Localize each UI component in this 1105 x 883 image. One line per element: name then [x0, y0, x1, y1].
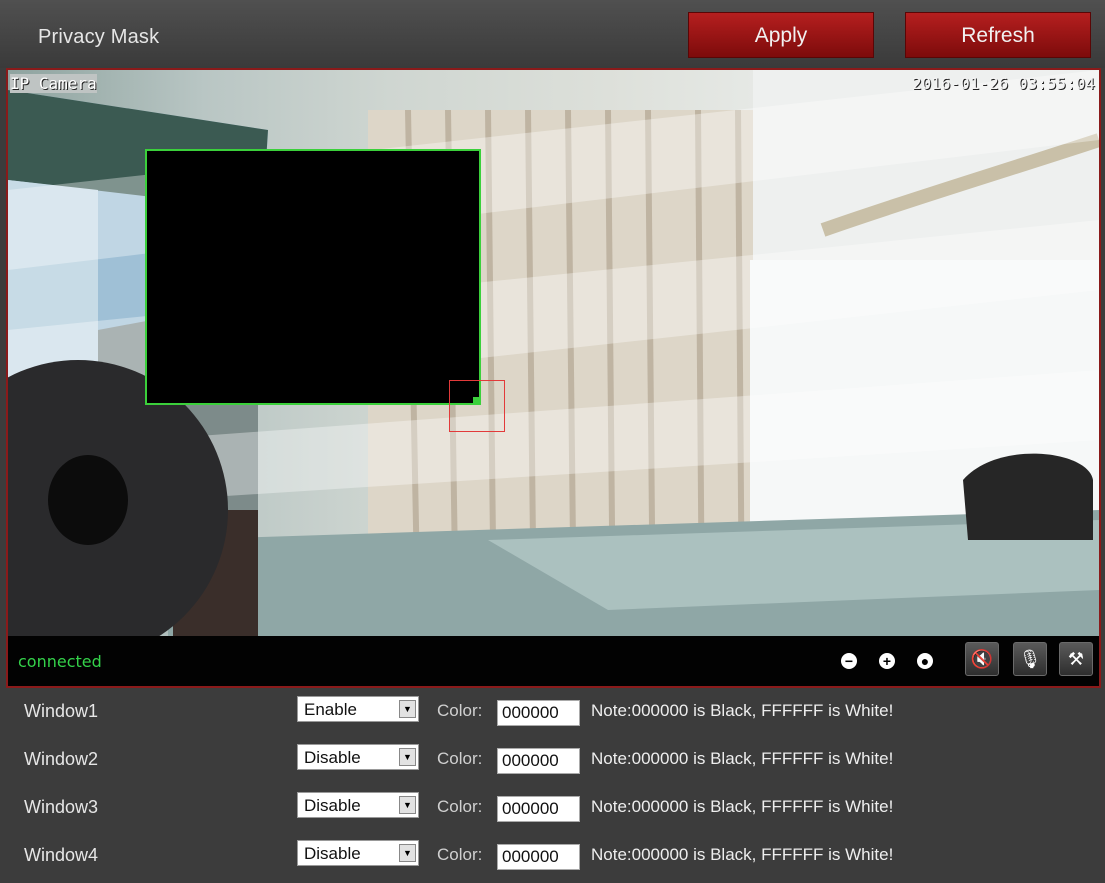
window-label: Window1 — [24, 701, 99, 721]
window-label: Window3 — [24, 797, 99, 817]
window-row-1: Window1 Enable ▼ Color: 000000 Note:0000… — [0, 689, 1105, 733]
apply-button[interactable]: Apply — [688, 12, 874, 58]
zoom-in-icon[interactable]: + — [879, 653, 895, 669]
mic-off-icon[interactable]: 🎙 — [1013, 642, 1047, 676]
color-label: Color: — [437, 701, 483, 720]
camera-feed: IP Camera 2016-01-26 03:55:04 — [8, 70, 1099, 636]
color-input[interactable]: 000000 — [497, 844, 580, 870]
refresh-button[interactable]: Refresh — [905, 12, 1091, 58]
window-row-3: Window3 Disable ▼ Color: 000000 Note:000… — [0, 785, 1105, 829]
record-icon[interactable]: ● — [917, 653, 933, 669]
window-state-select[interactable]: Disable ▼ — [297, 792, 419, 818]
window-label: Window2 — [24, 749, 99, 769]
zoom-out-icon[interactable]: − — [841, 653, 857, 669]
color-input[interactable]: 000000 — [497, 700, 580, 726]
mute-icon[interactable]: 🔇 — [965, 642, 999, 676]
color-note: Note:000000 is Black, FFFFFF is White! — [591, 845, 894, 864]
window-label: Window4 — [24, 845, 99, 865]
select-value: Disable — [304, 796, 361, 815]
select-value: Disable — [304, 844, 361, 863]
select-value: Disable — [304, 748, 361, 767]
color-label: Color: — [437, 845, 483, 864]
header-bar: Privacy Mask Apply Refresh — [0, 0, 1105, 68]
camera-name-overlay: IP Camera — [10, 74, 97, 93]
privacy-mask-window1[interactable] — [145, 149, 481, 405]
connection-status: connected — [18, 652, 102, 671]
color-label: Color: — [437, 797, 483, 816]
window-row-4: Window4 Disable ▼ Color: 000000 Note:000… — [0, 833, 1105, 877]
timestamp-overlay: 2016-01-26 03:55:04 — [911, 74, 1095, 93]
chevron-down-icon[interactable]: ▼ — [399, 796, 416, 814]
color-note: Note:000000 is Black, FFFFFF is White! — [591, 797, 894, 816]
color-label: Color: — [437, 749, 483, 768]
window-row-2: Window2 Disable ▼ Color: 000000 Note:000… — [0, 737, 1105, 781]
window-state-select[interactable]: Disable ▼ — [297, 840, 419, 866]
select-value: Enable — [304, 700, 357, 719]
settings-tools-icon[interactable]: ⚒ — [1059, 642, 1093, 676]
color-note: Note:000000 is Black, FFFFFF is White! — [591, 749, 894, 768]
video-player: IP Camera 2016-01-26 03:55:04 connected … — [6, 68, 1101, 688]
page-title: Privacy Mask — [38, 26, 160, 48]
selection-box[interactable] — [449, 380, 505, 432]
color-note: Note:000000 is Black, FFFFFF is White! — [591, 701, 894, 720]
window-state-select[interactable]: Disable ▼ — [297, 744, 419, 770]
color-input[interactable]: 000000 — [497, 748, 580, 774]
chevron-down-icon[interactable]: ▼ — [399, 844, 416, 862]
chevron-down-icon[interactable]: ▼ — [399, 700, 416, 718]
window-state-select[interactable]: Enable ▼ — [297, 696, 419, 722]
color-input[interactable]: 000000 — [497, 796, 580, 822]
player-toolbar: connected − + ● 🔇 🎙 ⚒ — [8, 636, 1099, 686]
chevron-down-icon[interactable]: ▼ — [399, 748, 416, 766]
